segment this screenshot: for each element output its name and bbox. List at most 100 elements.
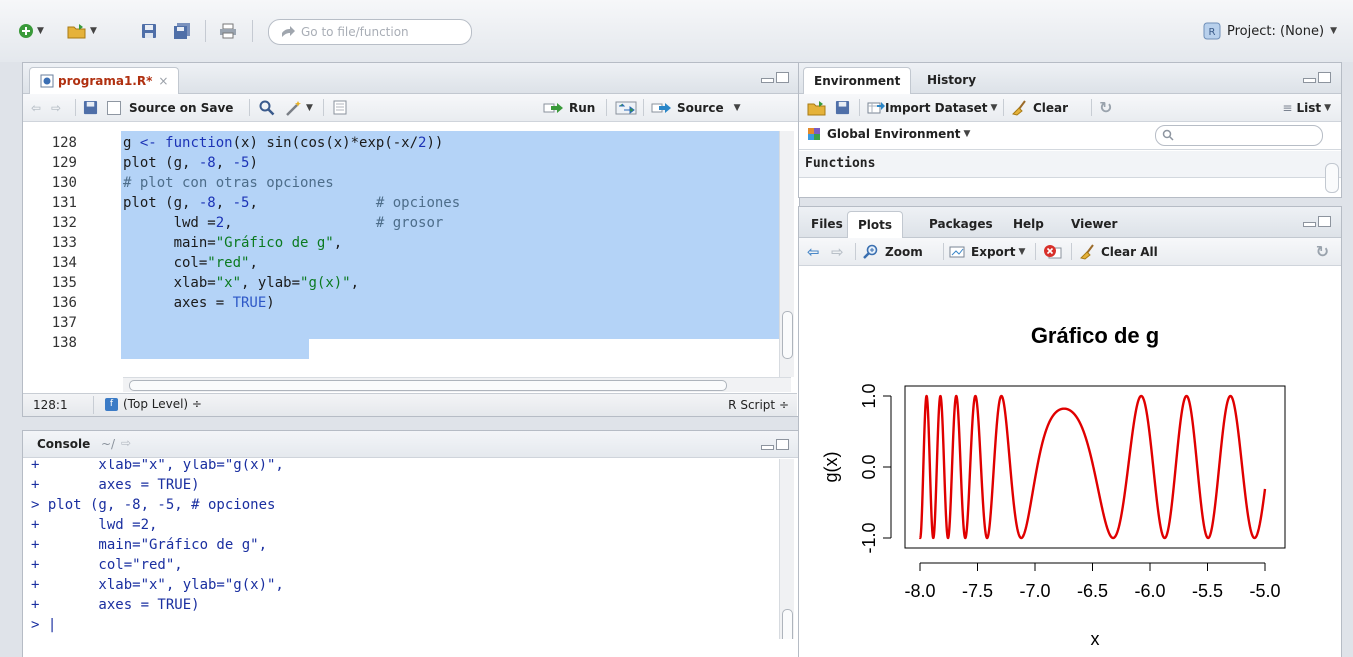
open-folder-icon bbox=[67, 24, 86, 39]
list-icon: ≡ bbox=[1282, 100, 1293, 115]
find-button[interactable] bbox=[259, 97, 275, 118]
plots-minmax-buttons[interactable] bbox=[1303, 216, 1331, 227]
zoom-button[interactable]: Zoom bbox=[863, 241, 923, 262]
global-environment-label: Global Environment bbox=[827, 127, 961, 141]
toolbar-separator bbox=[1003, 99, 1004, 116]
arrow-right-icon: ⇨ bbox=[831, 242, 844, 261]
scrollbar-thumb[interactable] bbox=[782, 609, 793, 639]
zoom-icon bbox=[863, 244, 878, 259]
save-workspace-button[interactable] bbox=[835, 97, 850, 118]
load-workspace-button[interactable] bbox=[807, 97, 827, 118]
line-number: 138 bbox=[51, 335, 77, 351]
tab-history[interactable]: History bbox=[917, 67, 986, 93]
source-button[interactable]: Source ▼ bbox=[651, 97, 741, 118]
save-icon bbox=[835, 100, 850, 115]
toolbar-separator bbox=[249, 99, 250, 116]
forward-button[interactable]: ⇨ bbox=[51, 97, 61, 118]
tab-environment-label: Environment bbox=[814, 74, 901, 88]
tab-plots-label: Plots bbox=[858, 218, 893, 232]
scrollbar-thumb[interactable] bbox=[782, 311, 793, 359]
code-editor[interactable]: 128 129 130 131 132 133 134 135 136 137 138 g <- f… bbox=[23, 131, 797, 377]
tab-plots[interactable]: Plots bbox=[847, 211, 904, 238]
compile-report-button[interactable] bbox=[333, 97, 347, 118]
tab-environment[interactable]: Environment bbox=[803, 67, 912, 94]
arrow-left-icon: ⇦ bbox=[807, 242, 820, 261]
tab-files[interactable]: Files bbox=[801, 211, 853, 237]
global-environment-selector[interactable]: Global Environment ▼ bbox=[807, 127, 970, 141]
y-axis: -1.0 0.0 1.0 bbox=[859, 383, 892, 554]
x-tick-label: -7.5 bbox=[962, 581, 993, 601]
search-icon bbox=[1162, 129, 1174, 141]
clear-all-plots-button[interactable]: Clear All bbox=[1079, 241, 1158, 262]
console-path: ~/ bbox=[101, 437, 116, 451]
editor-save-button[interactable] bbox=[83, 97, 98, 118]
project-menu[interactable]: R Project: (None) ▼ bbox=[1203, 22, 1337, 40]
code-tools-button[interactable]: ▼ bbox=[285, 97, 313, 118]
x-tick-label: -8.0 bbox=[904, 581, 935, 601]
zoom-label: Zoom bbox=[885, 244, 923, 259]
save-button[interactable] bbox=[138, 20, 160, 42]
x-tick-label: -7.0 bbox=[1019, 581, 1050, 601]
arrow-right-icon bbox=[282, 26, 295, 37]
code-line: xlab="x", ylab="g(x)", bbox=[123, 275, 360, 291]
chevron-down-icon: ▼ bbox=[1018, 246, 1026, 257]
scope-selector[interactable]: f (Top Level) ÷ bbox=[105, 397, 202, 411]
notebook-icon bbox=[333, 100, 347, 115]
rerun-button[interactable] bbox=[615, 97, 637, 118]
environment-minmax-buttons[interactable] bbox=[1303, 72, 1331, 83]
import-dataset-button[interactable]: Import Dataset ▼ bbox=[867, 97, 997, 118]
goto-file-input[interactable]: Go to file/function bbox=[268, 19, 472, 45]
console-vertical-scrollbar[interactable] bbox=[779, 459, 794, 639]
close-icon[interactable]: × bbox=[158, 74, 168, 88]
cursor-position: 128:1 bbox=[33, 398, 68, 412]
run-button[interactable]: Run bbox=[543, 97, 595, 118]
tab-help[interactable]: Help bbox=[1003, 211, 1054, 237]
editor-tab-programa1[interactable]: programa1.R* × bbox=[29, 67, 180, 94]
save-icon bbox=[83, 100, 98, 115]
scrollbar-thumb[interactable] bbox=[129, 380, 727, 391]
refresh-button[interactable]: ↻ bbox=[1099, 97, 1112, 118]
source-on-save-toggle[interactable]: Source on Save bbox=[107, 97, 233, 118]
clear-workspace-button[interactable]: Clear bbox=[1011, 97, 1068, 118]
editor-minmax-buttons[interactable] bbox=[761, 72, 789, 83]
x-axis-label: x bbox=[1091, 629, 1100, 649]
source-editor-pane: programa1.R* × ⇦ ⇨ Source on Save ▼ Run bbox=[22, 62, 800, 417]
run-arrow-icon bbox=[543, 102, 563, 113]
go-to-directory-icon[interactable]: ⇨ bbox=[121, 436, 131, 450]
svg-text:R: R bbox=[1209, 27, 1216, 38]
editor-horizontal-scrollbar[interactable] bbox=[123, 377, 791, 392]
new-file-button[interactable]: ▼ bbox=[14, 20, 48, 42]
tab-viewer[interactable]: Viewer bbox=[1061, 211, 1127, 237]
environment-search-input[interactable] bbox=[1155, 125, 1323, 146]
toolbar-separator bbox=[75, 99, 76, 116]
remove-plot-button[interactable] bbox=[1043, 241, 1063, 262]
save-all-button[interactable] bbox=[170, 20, 194, 42]
file-type-selector[interactable]: R Script ÷ bbox=[728, 398, 789, 412]
broom-icon bbox=[1080, 243, 1094, 260]
line-number: 133 bbox=[51, 235, 77, 251]
clear-all-label: Clear All bbox=[1101, 244, 1158, 259]
console-pane: Console ~/ ⇨ + xlab="x", ylab="g(x)", + a… bbox=[22, 430, 800, 657]
checkbox-icon[interactable] bbox=[107, 100, 121, 115]
arrow-right-icon: ⇨ bbox=[51, 100, 62, 115]
print-button[interactable] bbox=[216, 20, 240, 42]
editor-vertical-scrollbar[interactable] bbox=[779, 131, 794, 377]
chevron-down-icon: ▼ bbox=[1330, 26, 1337, 36]
export-button[interactable]: Export ▼ bbox=[949, 241, 1025, 262]
previous-plot-button[interactable]: ⇦ bbox=[807, 241, 820, 262]
environment-toolbar: Import Dataset ▼ Clear ↻ ≡ List ▼ bbox=[799, 94, 1341, 122]
export-label: Export bbox=[971, 244, 1016, 259]
environment-tabbar: Environment History bbox=[799, 63, 1341, 94]
x-axis: -8.0 -7.5 -7.0 -6.5 -6.0 -5.5 -5.0 bbox=[904, 562, 1281, 601]
tab-packages[interactable]: Packages bbox=[919, 211, 1003, 237]
console-minmax-buttons[interactable] bbox=[761, 439, 789, 450]
refresh-icon: ↻ bbox=[1099, 98, 1113, 117]
open-file-button[interactable]: ▼ bbox=[62, 20, 102, 42]
back-button[interactable]: ⇦ bbox=[31, 97, 41, 118]
list-view-button[interactable]: ≡ List ▼ bbox=[1282, 97, 1331, 118]
console-output[interactable]: + xlab="x", ylab="g(x)", + axes = TRUE) > … bbox=[23, 459, 797, 639]
environment-scrollbar-thumb[interactable] bbox=[1325, 163, 1339, 193]
refresh-plot-button[interactable]: ↻ bbox=[1316, 241, 1329, 262]
next-plot-button[interactable]: ⇨ bbox=[831, 241, 844, 262]
console-line: > plot (g, -8, -5, # opciones bbox=[31, 497, 276, 513]
